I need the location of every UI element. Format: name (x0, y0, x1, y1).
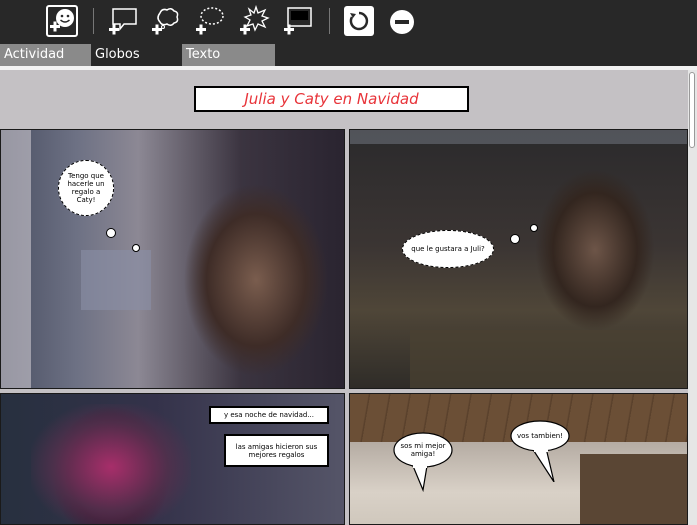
vertical-scrollbar[interactable] (688, 70, 697, 525)
comic-frame-4[interactable]: sos mi mejor amiga! vos tambien! (349, 393, 688, 525)
christmas-tree-shape (31, 404, 191, 524)
thought-globe-2[interactable]: que le gustara a Juli? (402, 230, 494, 268)
minus-circle-icon (390, 10, 414, 34)
shelf-shape (350, 130, 687, 144)
speech-globe-2[interactable]: vos tambien! (510, 420, 570, 452)
smiley-plus-icon (50, 9, 74, 32)
box-plus-icon (284, 7, 312, 35)
text-box-2[interactable]: las amigas hicieron sus mejores regalos (224, 434, 329, 467)
window-shape (81, 250, 151, 310)
add-speech-globe-button[interactable] (107, 5, 139, 37)
toolbar-separator (329, 8, 330, 34)
tab-texto[interactable]: Texto (182, 44, 275, 66)
thought-dot (106, 228, 116, 238)
scrollbar-thumb[interactable] (689, 72, 695, 148)
tab-globos[interactable]: Globos (91, 44, 182, 66)
add-exclamation-globe-button[interactable] (238, 5, 270, 37)
comic-title[interactable]: Julia y Caty en Navidad (194, 86, 469, 112)
redo-button[interactable] (343, 5, 375, 37)
fridge-shape (1, 130, 31, 388)
thought-bubble-plus-icon (152, 7, 179, 35)
speech-globe-1[interactable]: sos mi mejor amiga! (393, 432, 453, 468)
text-box-text: y esa noche de navidad... (223, 411, 314, 419)
speech-globe-text: sos mi mejor amiga! (400, 442, 446, 458)
remove-button[interactable] (386, 5, 418, 37)
dashed-bubble-plus-icon (196, 7, 224, 35)
toolbar (0, 0, 697, 44)
text-box-text: las amigas hicieron sus mejores regalos (235, 442, 318, 459)
table-shape (410, 330, 687, 388)
thought-dot (132, 244, 140, 252)
circular-arrow-icon (344, 6, 374, 36)
speech-bubble-plus-icon (109, 8, 137, 35)
text-box-1[interactable]: y esa noche de navidad... (209, 406, 329, 424)
burst-plus-icon (240, 5, 270, 35)
thought-globe-text: Tengo que hacerle un regalo a Caty! (67, 172, 105, 204)
add-box-button[interactable] (282, 5, 314, 37)
comic-frame-3[interactable]: y esa noche de navidad... las amigas hic… (0, 393, 345, 525)
toolbar-separator (93, 8, 94, 34)
thought-dot (530, 224, 538, 232)
thought-dot (510, 234, 520, 244)
tab-bar: Actividad Globos Texto (0, 44, 697, 66)
add-picture-button[interactable] (46, 5, 78, 37)
cabinet-shape (580, 454, 687, 524)
tab-actividad[interactable]: Actividad (0, 44, 91, 66)
speech-globe-text: vos tambien! (516, 432, 564, 440)
add-whisper-globe-button[interactable] (194, 5, 226, 37)
comic-frame-1[interactable]: Tengo que hacerle un regalo a Caty! (0, 129, 345, 389)
thought-globe-text: que le gustara a Juli? (411, 245, 485, 253)
comic-canvas[interactable]: Julia y Caty en Navidad Tengo que hacerl… (0, 70, 688, 525)
add-thought-globe-button[interactable] (150, 5, 182, 37)
thought-globe-1[interactable]: Tengo que hacerle un regalo a Caty! (58, 160, 114, 216)
comic-frame-2[interactable]: que le gustara a Juli? (349, 129, 688, 389)
